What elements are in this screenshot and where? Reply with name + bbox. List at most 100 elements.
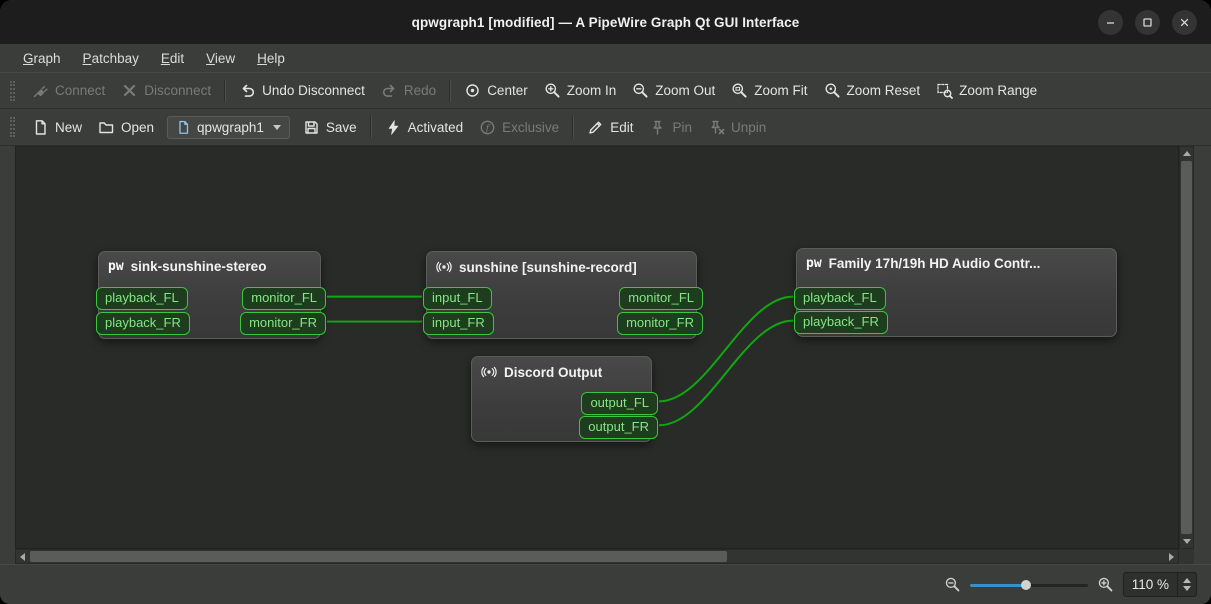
center-button[interactable]: Center xyxy=(456,77,536,104)
menu-graph[interactable]: Graph xyxy=(12,48,72,69)
activated-button[interactable]: Activated xyxy=(377,114,472,141)
edit-pencil-icon xyxy=(589,121,602,134)
disconnect-icon xyxy=(124,84,136,97)
titlebar[interactable]: qpwgraph1 [modified] — A PipeWire Graph … xyxy=(0,0,1211,44)
patchbay-select[interactable]: qpwgraph1 xyxy=(167,115,290,139)
port-sunshine-input-fl[interactable]: input_FL xyxy=(423,287,492,310)
new-label: New xyxy=(55,119,83,135)
zoom-out-mini-icon[interactable] xyxy=(944,576,961,593)
zoom-reset-button[interactable]: Zoom Reset xyxy=(816,77,929,104)
toolbar-separator xyxy=(369,116,372,138)
maximize-button[interactable] xyxy=(1135,9,1160,35)
port-sink-monitor-fr[interactable]: monitor_FR xyxy=(240,312,326,335)
horizontal-scrollbar[interactable] xyxy=(15,549,1179,564)
toolbar-separator xyxy=(572,116,575,138)
open-folder-icon xyxy=(99,121,114,133)
scroll-left-icon[interactable] xyxy=(20,553,25,561)
zoom-out-icon xyxy=(633,83,648,98)
open-button[interactable]: Open xyxy=(90,114,162,141)
undo-disconnect-button[interactable]: Undo Disconnect xyxy=(231,77,373,104)
window-title: qpwgraph1 [modified] — A PipeWire Graph … xyxy=(411,14,800,30)
save-icon xyxy=(305,120,318,134)
menubar: Graph Patchbay Edit View Help xyxy=(0,44,1211,72)
scroll-down-icon[interactable] xyxy=(1183,539,1191,544)
vertical-scrollbar[interactable] xyxy=(1179,146,1194,549)
menu-help[interactable]: Help xyxy=(246,48,296,69)
pin-button[interactable]: Pin xyxy=(641,114,700,141)
save-button[interactable]: Save xyxy=(295,114,365,141)
patchbay-select-value: qpwgraph1 xyxy=(197,119,264,135)
close-button[interactable] xyxy=(1172,9,1197,35)
node-header: sunshine [sunshine-record] xyxy=(427,252,696,275)
menu-patchbay[interactable]: Patchbay xyxy=(72,48,150,69)
menu-patchbay-label: atchbay xyxy=(91,50,139,66)
menu-edit[interactable]: Edit xyxy=(150,48,195,69)
port-sink-playback-fr[interactable]: playback_FR xyxy=(96,312,190,335)
connect-icon xyxy=(33,86,48,98)
menu-view-mnemonic: V xyxy=(206,50,215,66)
port-family-playback-fl[interactable]: playback_FL xyxy=(794,287,886,310)
pin-icon xyxy=(653,120,663,135)
connect-button[interactable]: Connect xyxy=(24,77,113,104)
menu-edit-label: dit xyxy=(169,50,185,66)
graph-canvas[interactable]: pw sink-sunshine-stereo playback_FL play… xyxy=(15,146,1179,549)
zoom-slider-thumb[interactable] xyxy=(1021,579,1032,590)
spin-down-icon[interactable] xyxy=(1183,586,1191,591)
toolbar-drag-handle[interactable] xyxy=(10,80,15,101)
pipewire-icon: pw xyxy=(108,259,124,274)
exclusive-icon: f xyxy=(480,120,495,134)
port-sunshine-input-fr[interactable]: input_FR xyxy=(423,312,494,335)
vertical-scroll-thumb[interactable] xyxy=(1181,161,1192,534)
edit-button[interactable]: Edit xyxy=(579,114,641,141)
unpin-button[interactable]: Unpin xyxy=(700,114,774,141)
port-discord-output-fr[interactable]: output_FR xyxy=(579,416,658,439)
port-sink-monitor-fl[interactable]: monitor_FL xyxy=(242,287,326,310)
new-button[interactable]: New xyxy=(24,114,90,141)
svg-text:f: f xyxy=(485,123,491,134)
port-sunshine-monitor-fl[interactable]: monitor_FL xyxy=(619,287,703,310)
menu-graph-mnemonic: G xyxy=(23,50,34,66)
canvas-area: pw sink-sunshine-stereo playback_FL play… xyxy=(0,146,1211,564)
port-family-playback-fr[interactable]: playback_FR xyxy=(794,311,888,334)
disconnect-button[interactable]: Disconnect xyxy=(113,77,219,104)
node-sunshine[interactable]: sunshine [sunshine-record] input_FL inpu… xyxy=(423,251,703,339)
zoom-fit-button[interactable]: Zoom Fit xyxy=(723,77,815,104)
scrollbar-corner xyxy=(1179,549,1194,564)
node-family-audio-controller[interactable]: pw Family 17h/19h HD Audio Contr... play… xyxy=(794,248,1117,337)
toolbar-drag-handle[interactable] xyxy=(10,117,15,137)
exclusive-label: Exclusive xyxy=(502,119,560,135)
port-sunshine-monitor-fr[interactable]: monitor_FR xyxy=(617,312,703,335)
node-sink-sunshine-stereo[interactable]: pw sink-sunshine-stereo playback_FL play… xyxy=(96,251,326,339)
node-title: sink-sunshine-stereo xyxy=(130,259,267,274)
zoom-in-mini-icon[interactable] xyxy=(1097,576,1114,593)
toolbar-separator xyxy=(449,79,452,102)
patchbay-file-icon xyxy=(179,120,189,134)
menu-view[interactable]: View xyxy=(195,48,246,69)
port-discord-output-fl[interactable]: output_FL xyxy=(581,392,658,415)
scroll-up-icon[interactable] xyxy=(1183,151,1191,156)
activated-bolt-icon xyxy=(388,119,398,135)
menu-view-label: iew xyxy=(214,50,236,66)
node-discord-output[interactable]: Discord Output output_FL output_FR xyxy=(471,356,658,442)
zoom-spinbox[interactable]: 110 % xyxy=(1122,572,1197,597)
unpin-label: Unpin xyxy=(730,119,767,135)
minimize-icon xyxy=(1107,21,1114,24)
redo-icon xyxy=(382,84,395,97)
exclusive-button[interactable]: f Exclusive xyxy=(471,114,567,141)
zoom-out-button[interactable]: Zoom Out xyxy=(624,77,723,104)
minimize-button[interactable] xyxy=(1098,9,1123,35)
open-label: Open xyxy=(121,119,155,135)
redo-label: Redo xyxy=(403,83,437,98)
zoom-slider[interactable] xyxy=(969,576,1088,594)
spin-up-icon[interactable] xyxy=(1183,578,1191,583)
zoom-range-button[interactable]: Zoom Range xyxy=(928,77,1045,104)
zoom-in-button[interactable]: Zoom In xyxy=(536,77,625,104)
scroll-right-icon[interactable] xyxy=(1169,553,1174,561)
redo-button[interactable]: Redo xyxy=(373,77,444,104)
zoom-range-label: Zoom Range xyxy=(959,83,1038,98)
zoom-value[interactable]: 110 % xyxy=(1124,573,1177,596)
port-sink-playback-fl[interactable]: playback_FL xyxy=(96,287,188,310)
horizontal-scroll-thumb[interactable] xyxy=(30,551,728,562)
audio-app-icon xyxy=(436,261,452,273)
disconnect-label: Disconnect xyxy=(144,83,212,98)
